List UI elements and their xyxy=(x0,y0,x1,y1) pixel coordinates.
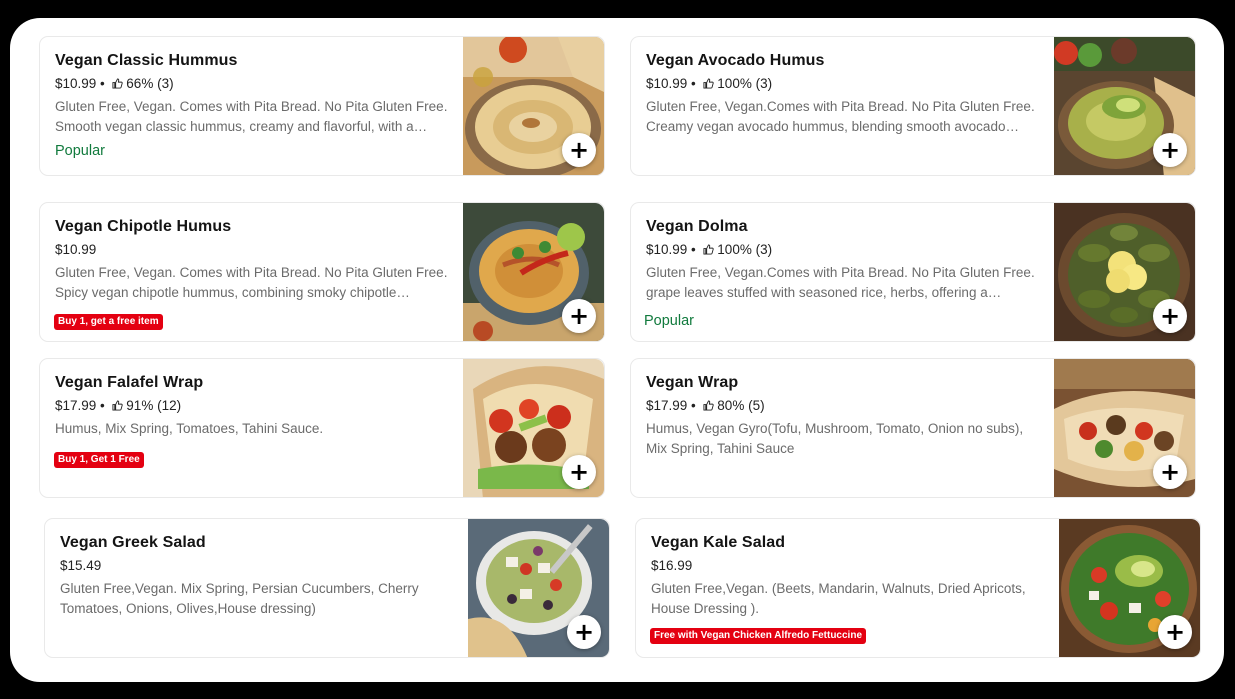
item-name: Vegan Greek Salad xyxy=(60,534,206,551)
item-description: Humus, Vegan Gyro(Tofu, Mushroom, Tomato… xyxy=(646,421,1024,456)
item-description: Gluten Free,Vegan. (Beets, Mandarin, Wal… xyxy=(651,581,1026,616)
add-to-cart-button[interactable]: + xyxy=(1153,133,1187,167)
popular-badge: Popular xyxy=(55,143,105,159)
item-photo: + xyxy=(463,359,604,497)
item-rating: 100% (3) xyxy=(717,242,773,257)
item-photo: + xyxy=(1054,37,1195,175)
item-price: $10.99 xyxy=(646,76,688,91)
add-to-cart-button[interactable]: + xyxy=(567,615,601,649)
item-price-rating: $17.99 • 80% (5) xyxy=(646,398,765,413)
item-name: Vegan Chipotle Humus xyxy=(55,218,232,235)
item-rating: 91% (12) xyxy=(126,398,182,413)
item-price: $15.49 xyxy=(60,558,102,573)
item-price-rating: $15.49 xyxy=(60,557,460,575)
item-price: $10.99 xyxy=(646,242,688,257)
menu-item-card-vegan-wrap[interactable]: Vegan Wrap $17.99 • 80% (5) Humus, Vegan… xyxy=(630,358,1196,498)
thumbs-up-icon xyxy=(702,244,714,255)
item-description: Gluten Free, Vegan. Comes with Pita Brea… xyxy=(55,99,448,134)
item-description: Gluten Free, Vegan.Comes with Pita Bread… xyxy=(646,99,1035,134)
item-price: $10.99 xyxy=(55,242,97,257)
item-price: $17.99 xyxy=(646,398,688,413)
item-photo: + xyxy=(1054,359,1195,497)
promo-badge: Buy 1, get a free item xyxy=(54,314,163,330)
item-rating: 66% (3) xyxy=(126,76,174,91)
menu-item-card-avocado-humus[interactable]: Vegan Avocado Humus $10.99 • 100% (3) Gl… xyxy=(630,36,1196,176)
item-name: Vegan Kale Salad xyxy=(651,534,786,551)
thumbs-up-icon xyxy=(111,400,123,411)
menu-item-card-greek-salad[interactable]: Vegan Greek Salad $15.49 Gluten Free,Veg… xyxy=(44,518,610,658)
thumbs-up-icon xyxy=(702,78,714,89)
item-description: Gluten Free, Vegan. Comes with Pita Brea… xyxy=(55,265,448,300)
item-photo: + xyxy=(463,203,604,341)
item-price-rating: $10.99 • 100% (3) xyxy=(646,242,773,257)
item-rating: 80% (5) xyxy=(717,398,765,413)
item-name: Vegan Dolma xyxy=(646,218,748,235)
add-to-cart-button[interactable]: + xyxy=(1153,299,1187,333)
add-to-cart-button[interactable]: + xyxy=(562,299,596,333)
menu-item-card-chipotle-humus[interactable]: Vegan Chipotle Humus $10.99 Gluten Free,… xyxy=(39,202,605,342)
add-to-cart-button[interactable]: + xyxy=(562,455,596,489)
popular-badge: Popular xyxy=(644,313,694,329)
add-to-cart-button[interactable]: + xyxy=(562,133,596,167)
item-price: $10.99 xyxy=(55,76,97,91)
item-price: $16.99 xyxy=(651,558,693,573)
item-price-rating: $16.99 xyxy=(651,557,1051,575)
item-description: Gluten Free, Vegan.Comes with Pita Bread… xyxy=(646,265,1035,300)
item-photo: + xyxy=(1054,203,1195,341)
item-price-rating: $17.99 • 91% (12) xyxy=(55,398,182,413)
item-rating: 100% (3) xyxy=(717,76,773,91)
promo-badge: Free with Vegan Chicken Alfredo Fettucci… xyxy=(650,628,867,644)
item-name: Vegan Avocado Humus xyxy=(646,52,825,69)
item-description: Gluten Free,Vegan. Mix Spring, Persian C… xyxy=(60,581,419,616)
item-price-rating: $10.99 • 66% (3) xyxy=(55,76,174,91)
thumbs-up-icon xyxy=(111,78,123,89)
item-name: Vegan Wrap xyxy=(646,374,739,391)
menu-item-card-dolma[interactable]: Vegan Dolma $10.99 • 100% (3) Gluten Fre… xyxy=(630,202,1196,342)
menu-item-card-falafel-wrap[interactable]: Vegan Falafel Wrap $17.99 • 91% (12) Hum… xyxy=(39,358,605,498)
item-name: Vegan Falafel Wrap xyxy=(55,374,204,391)
add-to-cart-button[interactable]: + xyxy=(1158,615,1192,649)
item-name: Vegan Classic Hummus xyxy=(55,52,238,69)
item-price: $17.99 xyxy=(55,398,97,413)
item-photo: + xyxy=(463,37,604,175)
add-to-cart-button[interactable]: + xyxy=(1153,455,1187,489)
promo-badge: Buy 1, Get 1 Free xyxy=(54,452,144,468)
item-photo: + xyxy=(468,519,609,657)
item-price-rating: $10.99 xyxy=(55,241,455,259)
menu-item-card-kale-salad[interactable]: Vegan Kale Salad $16.99 Gluten Free,Vega… xyxy=(635,518,1201,658)
thumbs-up-icon xyxy=(702,400,714,411)
item-price-rating: $10.99 • 100% (3) xyxy=(646,76,773,91)
menu-item-card-classic-hummus[interactable]: Vegan Classic Hummus $10.99 • 66% (3) Gl… xyxy=(39,36,605,176)
item-photo: + xyxy=(1059,519,1200,657)
